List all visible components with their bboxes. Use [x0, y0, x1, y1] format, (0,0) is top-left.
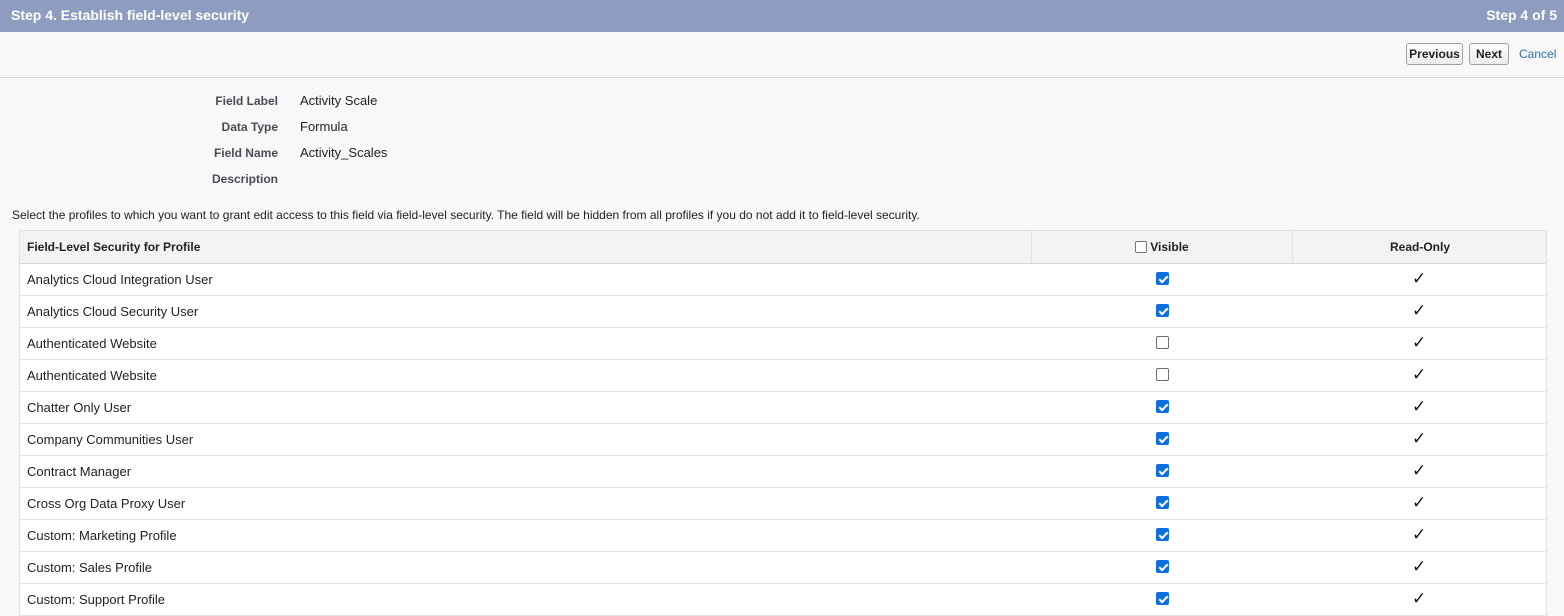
select-all-visible-checkbox[interactable]: [1135, 241, 1148, 253]
visible-checkbox[interactable]: [1156, 560, 1169, 573]
readonly-checkmark-icon: ✓: [1412, 429, 1427, 448]
visible-checkbox-cell: [1156, 400, 1169, 413]
visible-checkbox-cell: [1156, 368, 1169, 381]
column-header-profile: Field-Level Security for Profile: [27, 240, 201, 254]
visible-checkbox[interactable]: [1156, 272, 1169, 285]
table-row: Custom: Support Profile ✓: [20, 584, 1546, 616]
profile-name: Custom: Sales Profile: [27, 560, 152, 575]
detail-value: Formula: [300, 119, 348, 134]
readonly-checkmark-icon: ✓: [1412, 269, 1427, 288]
visible-checkbox[interactable]: [1156, 432, 1169, 445]
instructions-text: Select the profiles to which you want to…: [12, 208, 920, 222]
visible-checkbox[interactable]: [1156, 464, 1169, 477]
profile-name: Contract Manager: [27, 464, 132, 479]
table-row: Analytics Cloud Security User ✓: [20, 296, 1546, 328]
detail-label: Field Name: [213, 146, 278, 160]
page-header: Step 4. Establish field-level security S…: [0, 0, 1564, 32]
next-button[interactable]: Next: [1469, 43, 1509, 65]
readonly-checkmark-icon: ✓: [1412, 301, 1427, 320]
visible-checkbox[interactable]: [1156, 304, 1169, 317]
profile-name: Authenticated Website: [27, 368, 157, 383]
table-row: Custom: Sales Profile ✓: [20, 552, 1546, 584]
readonly-checkmark-icon: ✓: [1412, 493, 1427, 512]
readonly-checkmark-icon: ✓: [1412, 397, 1427, 416]
readonly-checkmark-icon: ✓: [1412, 589, 1427, 608]
visible-checkbox-cell: [1156, 272, 1169, 285]
readonly-checkmark-icon: ✓: [1412, 557, 1427, 576]
detail-label: Data Type: [221, 120, 278, 134]
table-row: Contract Manager ✓: [20, 456, 1546, 488]
visible-checkbox[interactable]: [1156, 368, 1169, 381]
field-security-table: Field-Level Security for Profile Visible…: [19, 230, 1547, 616]
visible-checkbox[interactable]: [1156, 400, 1169, 413]
profile-name: Cross Org Data Proxy User: [27, 496, 186, 511]
column-header-readonly: Read-Only: [1389, 240, 1450, 254]
readonly-checkmark-icon: ✓: [1412, 333, 1427, 352]
readonly-checkmark-icon: ✓: [1412, 365, 1427, 384]
visible-checkbox-cell: [1156, 592, 1169, 605]
column-header-visible: Visible: [1031, 231, 1293, 263]
readonly-checkmark-icon: ✓: [1412, 525, 1427, 544]
table-row: Analytics Cloud Integration User ✓: [20, 264, 1546, 296]
visible-checkbox-cell: [1156, 432, 1169, 445]
profile-name: Custom: Marketing Profile: [27, 528, 177, 543]
visible-checkbox-cell: [1156, 528, 1169, 541]
step-indicator: Step 4 of 5: [1486, 7, 1557, 23]
visible-checkbox-cell: [1156, 496, 1169, 509]
detail-value: Activity_Scales: [300, 145, 388, 160]
profile-name: Chatter Only User: [27, 400, 132, 415]
detail-row-data-type: Data Type Formula: [0, 112, 600, 134]
table-row: Authenticated Website ✓: [20, 328, 1546, 360]
readonly-checkmark-icon: ✓: [1412, 461, 1427, 480]
table-row: Chatter Only User ✓: [20, 392, 1546, 424]
visible-checkbox[interactable]: [1156, 336, 1169, 349]
visible-checkbox[interactable]: [1156, 592, 1169, 605]
table-row: Company Communities User ✓: [20, 424, 1546, 456]
detail-label: Description: [211, 172, 278, 186]
detail-row-description: Description: [0, 164, 600, 186]
table-body: Analytics Cloud Integration User ✓ Analyti…: [20, 264, 1546, 616]
previous-button[interactable]: Previous: [1406, 43, 1463, 65]
visible-checkbox[interactable]: [1156, 528, 1169, 541]
profile-name: Company Communities User: [27, 432, 194, 447]
profile-name: Analytics Cloud Security User: [27, 304, 199, 319]
detail-value: Activity Scale: [300, 93, 378, 108]
table-header: Field-Level Security for Profile Visible…: [20, 231, 1546, 264]
visible-checkbox-cell: [1156, 336, 1169, 349]
visible-checkbox-cell: [1156, 304, 1169, 317]
detail-row-field-label: Field Label Activity Scale: [0, 86, 600, 108]
detail-label: Field Label: [215, 94, 278, 108]
table-row: Custom: Marketing Profile ✓: [20, 520, 1546, 552]
visible-checkbox-cell: [1156, 560, 1169, 573]
button-bar: Previous Next Cancel: [0, 32, 1564, 78]
visible-checkbox-cell: [1156, 464, 1169, 477]
profile-name: Custom: Support Profile: [27, 592, 166, 607]
profile-name: Authenticated Website: [27, 336, 157, 351]
visible-checkbox[interactable]: [1156, 496, 1169, 509]
table-row: Authenticated Website ✓: [20, 360, 1546, 392]
cancel-link[interactable]: Cancel: [1519, 47, 1556, 61]
visible-header-label: Visible: [1150, 240, 1189, 254]
detail-row-field-name: Field Name Activity_Scales: [0, 138, 600, 160]
page-title: Step 4. Establish field-level security: [11, 7, 250, 23]
table-row: Cross Org Data Proxy User ✓: [20, 488, 1546, 520]
profile-name: Analytics Cloud Integration User: [27, 272, 213, 287]
